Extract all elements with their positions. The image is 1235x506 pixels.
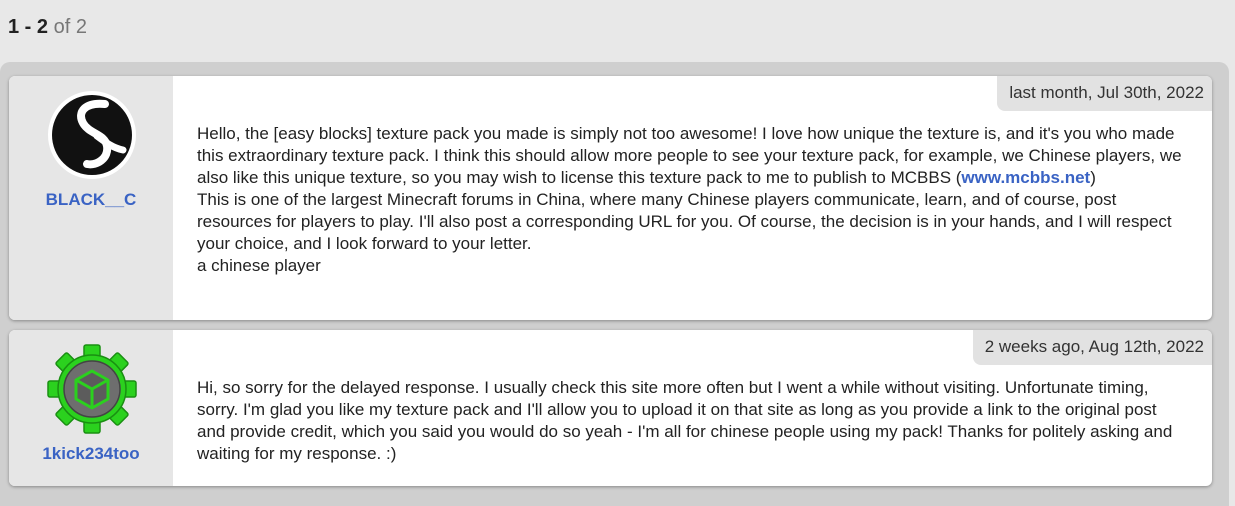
total-count: of 2 (48, 16, 87, 38)
comments-panel: BLACK__C last month, Jul 30th, 2022 Hell… (0, 62, 1229, 506)
range-separator: - (19, 16, 37, 38)
green-gear-cube-icon[interactable] (47, 344, 137, 434)
mcbbs-link[interactable]: www.mcbbs.net (961, 168, 1090, 187)
post-text: ) (1090, 168, 1096, 187)
author-column: BLACK__C (9, 76, 173, 320)
author-username[interactable]: 1kick234too (9, 444, 173, 464)
post-content: Hi, so sorry for the delayed response. I… (197, 377, 1182, 465)
post-paragraph: Hello, the [easy blocks] texture pack yo… (197, 123, 1182, 189)
black-circle-s-logo-icon[interactable] (47, 90, 137, 180)
post-date: 2 weeks ago, Aug 12th, 2022 (972, 330, 1212, 365)
range-start: 1 (8, 16, 20, 38)
author-username[interactable]: BLACK__C (9, 190, 173, 210)
comment-post: BLACK__C last month, Jul 30th, 2022 Hell… (9, 76, 1212, 320)
comment-post: 1kick234too 2 weeks ago, Aug 12th, 2022 … (9, 330, 1212, 486)
pagination-summary: 1 - 2 of 2 (8, 16, 87, 39)
author-column: 1kick234too (9, 330, 173, 486)
post-paragraph: This is one of the largest Minecraft for… (197, 190, 1172, 253)
post-signoff: a chinese player (197, 256, 321, 275)
post-date: last month, Jul 30th, 2022 (997, 76, 1212, 111)
post-content: Hello, the [easy blocks] texture pack yo… (197, 123, 1182, 277)
post-paragraph: Hi, so sorry for the delayed response. I… (197, 378, 1173, 463)
range-end: 2 (36, 16, 49, 38)
